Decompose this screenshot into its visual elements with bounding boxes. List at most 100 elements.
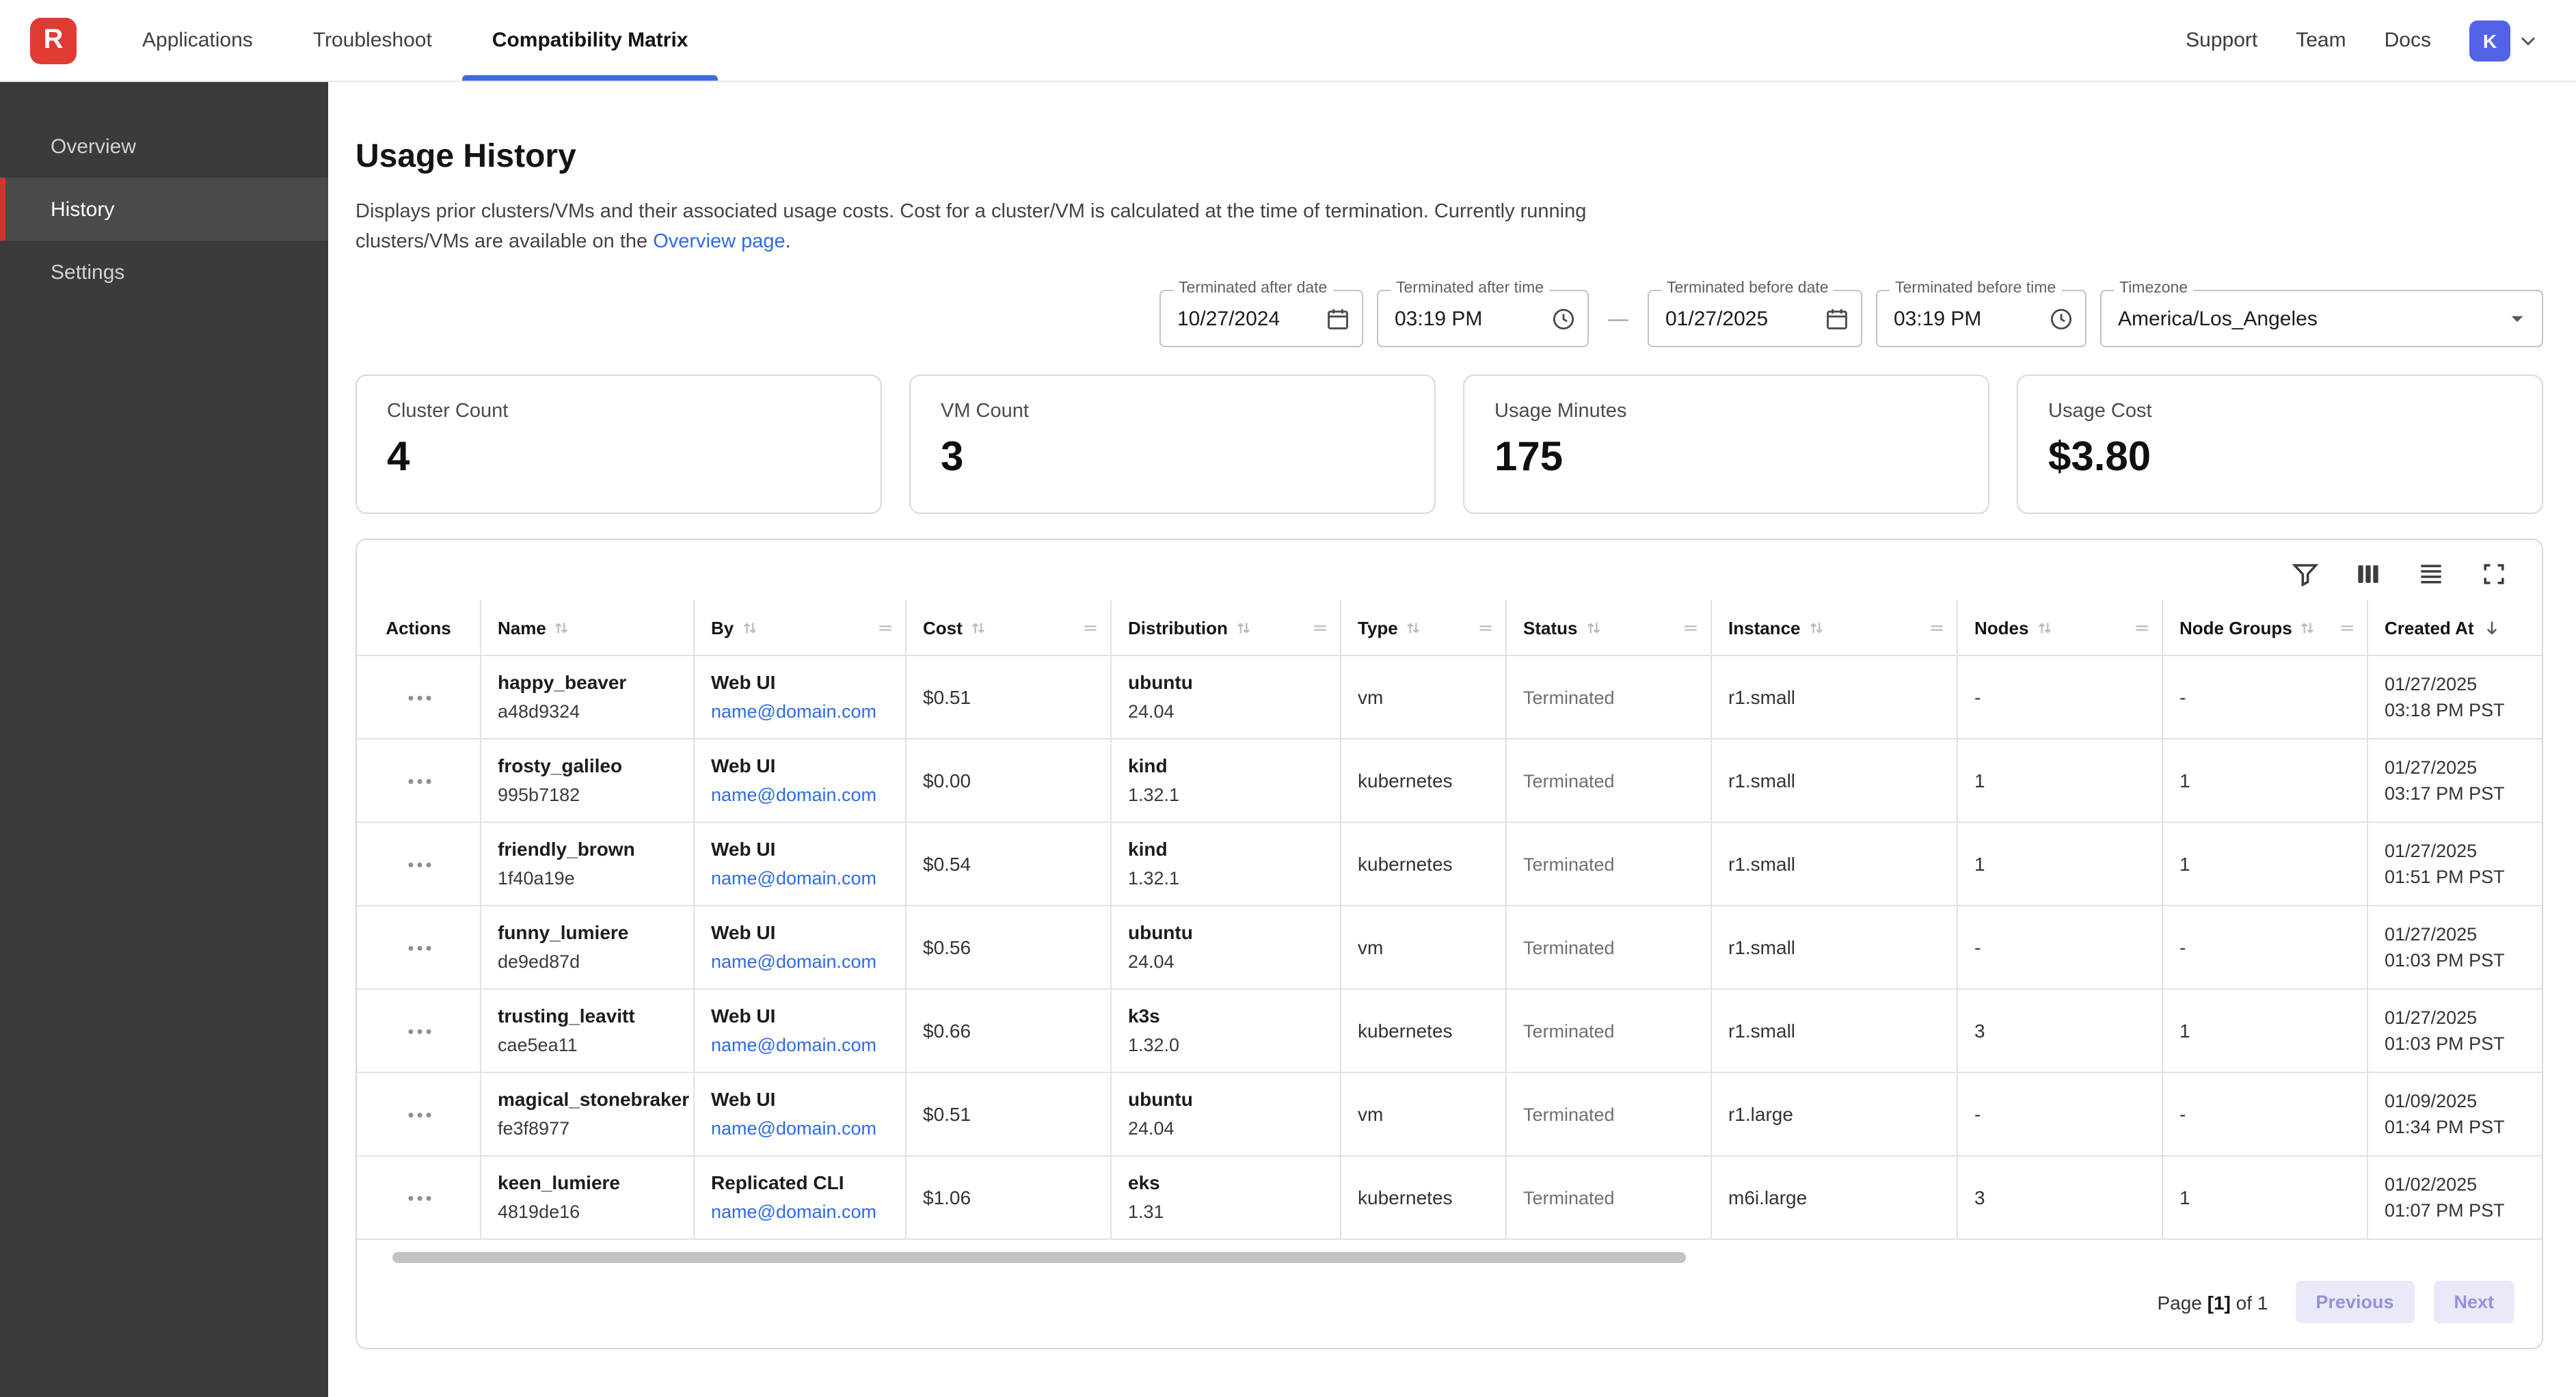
table-row: •••frosty_galileo995b7182Web UIname@doma… — [357, 740, 2542, 823]
terminated-after-date-field[interactable]: Terminated after date 10/27/2024 — [1159, 290, 1363, 347]
chevron-down-icon[interactable] — [2516, 28, 2540, 53]
nav-support[interactable]: Support — [2186, 29, 2257, 52]
row-actions-button[interactable]: ••• — [357, 1156, 481, 1238]
column-menu-icon[interactable] — [1477, 619, 1494, 636]
column-menu-icon[interactable] — [1082, 619, 1099, 636]
dropdown-arrow-icon[interactable] — [2504, 305, 2531, 332]
column-header-nodes[interactable]: Nodes — [1958, 600, 2163, 655]
sort-desc-icon[interactable] — [2482, 617, 2503, 638]
column-header-by[interactable]: By — [695, 600, 907, 655]
density-icon[interactable] — [2416, 559, 2446, 589]
row-actions-button[interactable]: ••• — [357, 823, 481, 905]
cost-cell: $0.66 — [907, 990, 1112, 1072]
email-link[interactable]: name@domain.com — [711, 1033, 894, 1057]
email-link[interactable]: name@domain.com — [711, 867, 894, 890]
terminated-before-time-value[interactable]: 03:19 PM — [1894, 307, 2048, 330]
nodes-cell: - — [1958, 1073, 2163, 1155]
user-menu[interactable]: K — [2469, 20, 2540, 61]
column-menu-icon[interactable] — [1928, 619, 1946, 636]
columns-icon[interactable] — [2353, 559, 2383, 589]
sort-icon[interactable] — [740, 619, 758, 636]
column-header-node-groups[interactable]: Node Groups — [2163, 600, 2368, 655]
more-horizontal-icon[interactable]: ••• — [407, 1104, 434, 1124]
column-menu-icon[interactable] — [1311, 619, 1329, 636]
created-at-cell: 01/27/202503:18 PM PST — [2368, 656, 2542, 738]
terminated-after-date-value[interactable]: 10/27/2024 — [1177, 307, 1325, 330]
column-header-distribution[interactable]: Distribution — [1112, 600, 1341, 655]
column-header-cost[interactable]: Cost — [907, 600, 1112, 655]
sort-icon[interactable] — [1405, 619, 1423, 636]
filter-icon[interactable] — [2290, 559, 2320, 589]
sort-icon[interactable] — [1808, 619, 1825, 636]
sidebar-item-overview[interactable]: Overview — [0, 115, 328, 178]
timezone-select[interactable]: Timezone America/Los_Angeles — [2100, 290, 2543, 347]
terminated-before-date-label: Terminated before date — [1661, 280, 1834, 297]
nodes-cell: 1 — [1958, 740, 2163, 822]
next-page-button[interactable]: Next — [2433, 1281, 2514, 1323]
column-header-name[interactable]: Name — [481, 600, 695, 655]
row-actions-button[interactable]: ••• — [357, 1073, 481, 1155]
more-horizontal-icon[interactable]: ••• — [407, 687, 434, 707]
fullscreen-icon[interactable] — [2479, 559, 2509, 589]
stat-value: 3 — [941, 435, 1404, 481]
terminated-after-time-field[interactable]: Terminated after time 03:19 PM — [1377, 290, 1589, 347]
sort-icon[interactable] — [553, 619, 571, 636]
column-header-type[interactable]: Type — [1341, 600, 1507, 655]
previous-page-button[interactable]: Previous — [2295, 1281, 2414, 1323]
nav-troubleshoot[interactable]: Troubleshoot — [283, 0, 462, 81]
nav-compatibility-matrix[interactable]: Compatibility Matrix — [462, 0, 719, 81]
email-link[interactable]: name@domain.com — [711, 700, 894, 723]
sort-icon[interactable] — [969, 619, 987, 636]
column-header-created-at[interactable]: Created At — [2368, 600, 2542, 655]
type-cell: vm — [1341, 906, 1507, 988]
column-menu-icon[interactable] — [876, 619, 894, 636]
row-actions-button[interactable]: ••• — [357, 906, 481, 988]
row-actions-button[interactable]: ••• — [357, 656, 481, 738]
horizontal-scrollbar[interactable] — [360, 1251, 2539, 1264]
overview-page-link[interactable]: Overview page — [653, 231, 785, 253]
column-menu-icon[interactable] — [2133, 619, 2151, 636]
calendar-icon[interactable] — [1325, 306, 1351, 331]
instance-cell: r1.small — [1712, 656, 1958, 738]
app-logo[interactable]: R — [30, 17, 77, 64]
nav-applications[interactable]: Applications — [112, 0, 283, 81]
created-at-cell: 01/27/202501:03 PM PST — [2368, 990, 2542, 1072]
sidebar-item-settings[interactable]: Settings — [0, 241, 328, 303]
email-link[interactable]: name@domain.com — [711, 1200, 894, 1223]
column-menu-icon[interactable] — [1682, 619, 1700, 636]
scrollbar-thumb[interactable] — [392, 1252, 1686, 1263]
status-cell: Terminated — [1507, 906, 1712, 988]
timezone-value[interactable]: America/Los_Angeles — [2118, 307, 2504, 330]
column-header-status[interactable]: Status — [1507, 600, 1712, 655]
terminated-after-time-value[interactable]: 03:19 PM — [1395, 307, 1551, 330]
more-horizontal-icon[interactable]: ••• — [407, 1020, 434, 1041]
terminated-before-time-field[interactable]: Terminated before time 03:19 PM — [1876, 290, 2087, 347]
sidebar-item-history[interactable]: History — [0, 178, 328, 241]
more-horizontal-icon[interactable]: ••• — [407, 854, 434, 874]
clock-icon[interactable] — [2048, 306, 2074, 331]
sort-icon[interactable] — [1235, 619, 1252, 636]
calendar-icon[interactable] — [1824, 306, 1850, 331]
avatar[interactable]: K — [2469, 20, 2510, 61]
sort-icon[interactable] — [2035, 619, 2053, 636]
sort-icon[interactable] — [1584, 619, 1602, 636]
more-horizontal-icon[interactable]: ••• — [407, 770, 434, 791]
clock-icon[interactable] — [1551, 306, 1577, 331]
nav-docs[interactable]: Docs — [2385, 29, 2431, 52]
column-menu-icon[interactable] — [2338, 619, 2356, 636]
email-link[interactable]: name@domain.com — [711, 783, 894, 806]
terminated-before-date-value[interactable]: 01/27/2025 — [1665, 307, 1824, 330]
nav-team[interactable]: Team — [2296, 29, 2346, 52]
more-horizontal-icon[interactable]: ••• — [407, 937, 434, 958]
more-horizontal-icon[interactable]: ••• — [407, 1187, 434, 1208]
email-link[interactable]: name@domain.com — [711, 950, 894, 973]
terminated-before-date-field[interactable]: Terminated before date 01/27/2025 — [1648, 290, 1862, 347]
row-actions-button[interactable]: ••• — [357, 740, 481, 822]
nodes-cell: - — [1958, 906, 2163, 988]
distribution-cell: kind1.32.1 — [1112, 823, 1341, 905]
sort-icon[interactable] — [2299, 619, 2317, 636]
email-link[interactable]: name@domain.com — [711, 1117, 894, 1140]
logo-letter: R — [44, 25, 64, 56]
column-header-instance[interactable]: Instance — [1712, 600, 1958, 655]
row-actions-button[interactable]: ••• — [357, 990, 481, 1072]
